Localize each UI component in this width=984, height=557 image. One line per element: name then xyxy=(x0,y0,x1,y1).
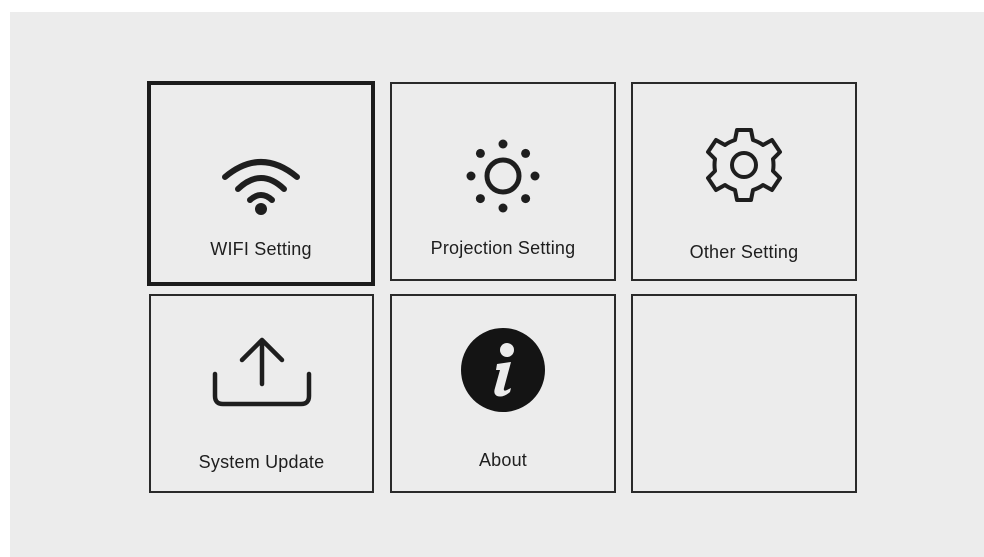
tile-label-wifi: WIFI Setting xyxy=(210,239,312,259)
upload-icon xyxy=(212,337,311,407)
info-icon xyxy=(461,328,545,412)
tile-label-projection: Projection Setting xyxy=(430,238,576,258)
tile-about[interactable]: About xyxy=(390,294,616,493)
tile-label-other: Other Setting xyxy=(689,242,799,262)
settings-screen: WIFI Setting Projection Setting Other Se… xyxy=(10,12,984,557)
wifi-icon xyxy=(222,159,300,215)
tile-label-about: About xyxy=(478,450,528,470)
brightness-icon xyxy=(466,139,540,213)
tile-empty xyxy=(631,294,857,493)
tile-wifi-setting[interactable]: WIFI Setting xyxy=(147,81,375,286)
tile-label-system-update: System Update xyxy=(198,452,325,472)
tile-projection-setting[interactable]: Projection Setting xyxy=(390,82,616,281)
tile-other-setting[interactable]: Other Setting xyxy=(631,82,857,281)
tile-system-update[interactable]: System Update xyxy=(149,294,374,493)
gear-icon xyxy=(706,128,782,202)
